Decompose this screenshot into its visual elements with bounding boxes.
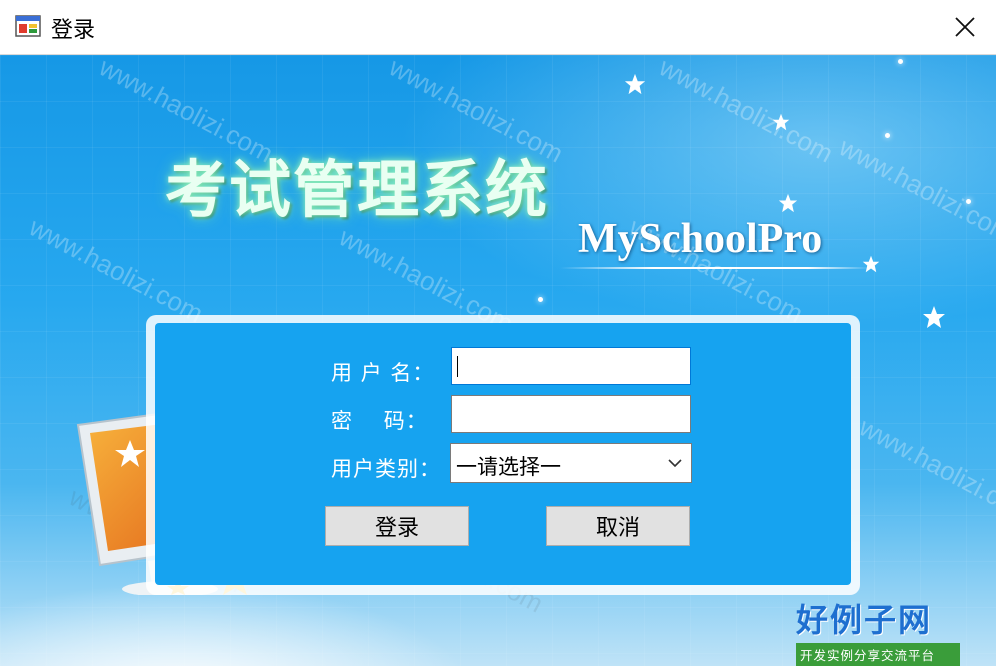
text-caret bbox=[457, 356, 458, 377]
usertype-label: 用户类别： bbox=[331, 457, 441, 481]
system-title: 考试管理系统 bbox=[165, 153, 550, 226]
star-icon bbox=[778, 193, 798, 213]
sparkle-dot bbox=[966, 199, 971, 204]
star-icon bbox=[923, 306, 945, 328]
star-icon bbox=[624, 73, 646, 95]
sparkle-dot bbox=[885, 133, 890, 138]
site-logo-main: 好例子网 bbox=[796, 601, 933, 639]
cancel-button[interactable]: 取消 bbox=[546, 506, 690, 546]
star-icon bbox=[862, 255, 880, 273]
sparkle-dot bbox=[538, 297, 543, 302]
login-background: www.haolizi.com www.haolizi.com www.haol… bbox=[0, 55, 996, 666]
password-field[interactable] bbox=[451, 395, 691, 433]
brand-underline bbox=[560, 267, 870, 269]
login-button[interactable]: 登录 bbox=[325, 506, 469, 546]
sparkle-dot bbox=[898, 59, 903, 64]
close-button[interactable] bbox=[934, 0, 996, 54]
star-icon bbox=[772, 113, 790, 131]
password-label: 密 码： bbox=[331, 409, 428, 433]
username-label: 用 户 名： bbox=[331, 361, 435, 385]
window-titlebar: 登录 bbox=[0, 0, 996, 55]
window-title: 登录 bbox=[51, 18, 96, 43]
site-logo-subtitle: 开发实例分享交流平台 bbox=[796, 643, 960, 666]
chevron-down-icon bbox=[668, 459, 682, 468]
login-panel: 用 户 名： 密 码： 用户类别： 一请选择一 登录 取消 bbox=[155, 323, 851, 585]
usertype-selected-value: 一请选择一 bbox=[456, 455, 561, 479]
close-icon bbox=[955, 17, 975, 37]
username-field[interactable] bbox=[451, 347, 691, 385]
site-logo: 好例子网 开发实例分享交流平台 bbox=[796, 595, 960, 666]
brand-name: MySchoolPro bbox=[578, 216, 823, 262]
window-app-icon bbox=[15, 15, 41, 37]
usertype-select[interactable]: 一请选择一 bbox=[450, 443, 692, 483]
